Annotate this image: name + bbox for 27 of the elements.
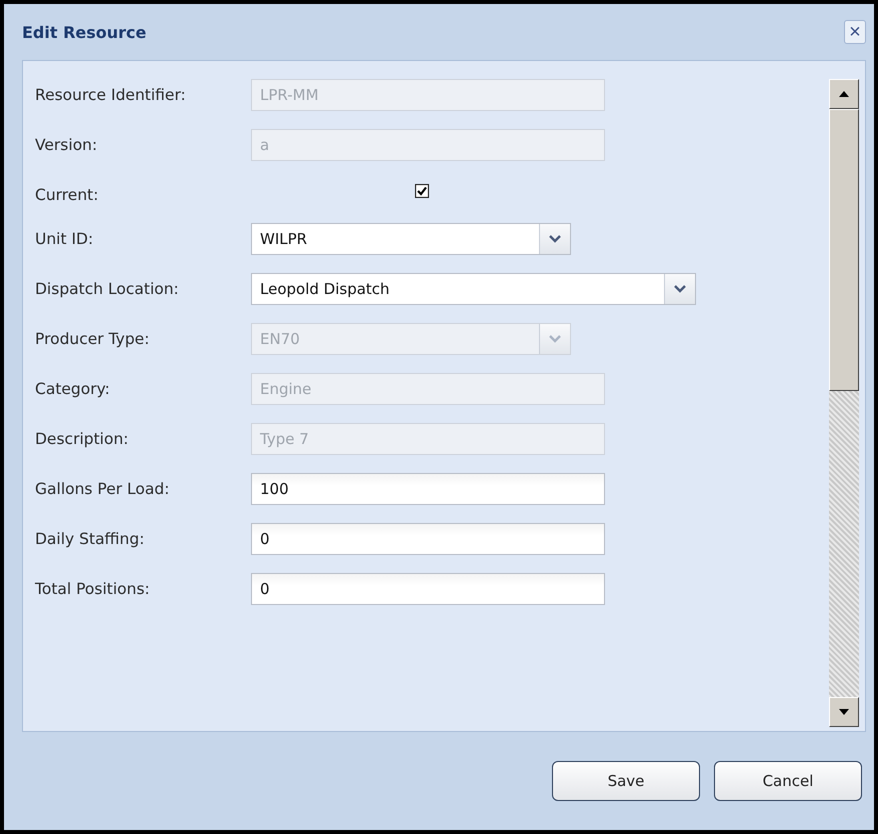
field-label: Dispatch Location:	[35, 279, 180, 300]
input-field[interactable]: 0	[251, 523, 605, 555]
dropdown[interactable]: WILPR	[251, 223, 571, 255]
chevron-down-icon	[549, 235, 561, 243]
chevron-down-icon	[674, 285, 686, 293]
field-label: Gallons Per Load:	[35, 479, 170, 500]
field-label: Total Positions:	[35, 579, 151, 600]
field-label: Unit ID:	[35, 229, 94, 250]
dropdown[interactable]: Leopold Dispatch	[251, 273, 696, 305]
checkbox[interactable]	[415, 184, 429, 198]
field-label: Resource Identifier:	[35, 85, 187, 106]
scrollbar[interactable]	[829, 79, 859, 727]
input-field[interactable]: 0	[251, 573, 605, 605]
save-button[interactable]: Save	[552, 761, 700, 801]
close-button[interactable]: ×	[844, 20, 866, 44]
field-label: Producer Type:	[35, 329, 150, 350]
field-label: Version:	[35, 135, 98, 156]
field-label: Daily Staffing:	[35, 529, 146, 550]
scroll-up-icon	[839, 91, 849, 97]
field-label: Current:	[35, 185, 100, 205]
cancel-button[interactable]: Cancel	[714, 761, 862, 801]
scroll-down-icon	[839, 709, 849, 715]
chevron-down-icon	[549, 335, 561, 343]
field-label: Category:	[35, 379, 111, 400]
input-field[interactable]: 100	[251, 473, 605, 505]
window-title: Edit Resource	[22, 22, 146, 42]
field-label: Description:	[35, 429, 130, 450]
